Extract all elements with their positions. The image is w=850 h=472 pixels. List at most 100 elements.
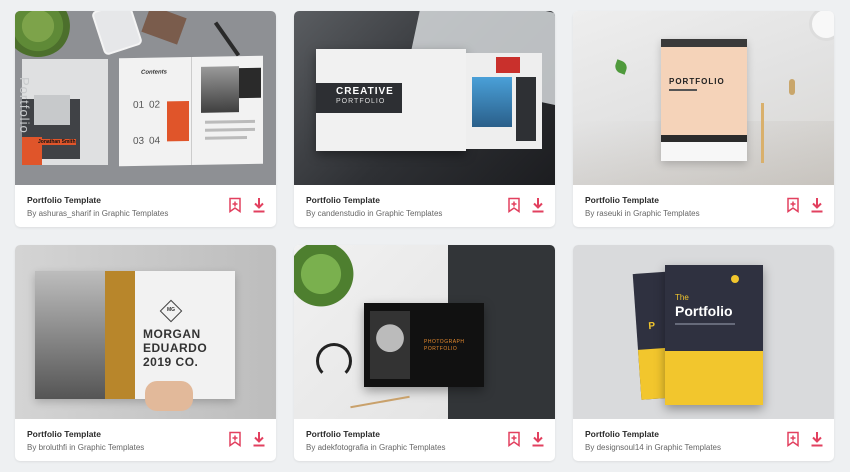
- card-byline: By candenstudio in Graphic Templates: [306, 208, 506, 219]
- in-label: in: [645, 443, 653, 452]
- brochure-cover: The Portfolio: [665, 265, 763, 405]
- page-number: 01: [133, 99, 145, 112]
- download-icon[interactable]: [531, 197, 545, 213]
- contents-heading: Contents: [141, 69, 167, 76]
- category-link[interactable]: Graphic Templates: [633, 209, 700, 218]
- card-thumbnail[interactable]: PHOTOGRAPH PORTFOLIO: [294, 245, 555, 419]
- pencil-photo: [761, 103, 764, 163]
- brochure-cover: Jonathan Smith Portfolio: [17, 59, 108, 165]
- card-title[interactable]: Portfolio Template: [306, 195, 506, 206]
- yellow-band: [665, 351, 763, 405]
- cup-photo: [809, 11, 834, 41]
- card-byline: By designsoul14 in Graphic Templates: [585, 442, 785, 453]
- template-card[interactable]: MG MORGAN EDUARDO 2019 CO. Portfolio Tem…: [15, 245, 276, 461]
- category-link[interactable]: Graphic Templates: [379, 443, 446, 452]
- in-label: in: [624, 209, 631, 218]
- cover-title: PORTFOLIO: [669, 77, 725, 86]
- by-label: By: [27, 209, 37, 218]
- card-title[interactable]: Portfolio Template: [27, 429, 227, 440]
- open-brochure: Contents 01 02 03 04: [119, 55, 263, 167]
- cover-spine-text: Portfolio: [17, 77, 32, 134]
- card-thumbnail[interactable]: PORTFOLIO: [573, 11, 834, 185]
- hand-photo: [145, 381, 193, 411]
- card-thumbnail[interactable]: CREATIVE PORTFOLIO: [294, 11, 555, 185]
- cover-line: 2019 CO.: [143, 355, 199, 369]
- brochure-cover: MG MORGAN EDUARDO 2019 CO.: [35, 271, 235, 399]
- cover-logo: [731, 275, 739, 283]
- cover-line: MORGAN: [143, 327, 201, 341]
- category-link[interactable]: Graphic Templates: [376, 209, 443, 218]
- card-title[interactable]: Portfolio Template: [306, 429, 506, 440]
- template-card[interactable]: PHOTOGRAPH PORTFOLIO Portfolio Template …: [294, 245, 555, 461]
- card-byline: By broluthfi in Graphic Templates: [27, 442, 227, 453]
- card-thumbnail[interactable]: P The Portfolio: [573, 245, 834, 419]
- card-byline: By ashuras_sharif in Graphic Templates: [27, 208, 227, 219]
- by-label: By: [306, 443, 316, 452]
- bookmark-add-icon[interactable]: [786, 197, 800, 213]
- brochure-cover: PHOTOGRAPH PORTFOLIO: [364, 303, 484, 387]
- by-label: By: [27, 443, 37, 452]
- card-thumbnail[interactable]: MG MORGAN EDUARDO 2019 CO.: [15, 245, 276, 419]
- template-card[interactable]: PORTFOLIO Portfolio Template By raseuki …: [573, 11, 834, 227]
- cover-title-line2: PORTFOLIO: [336, 98, 386, 105]
- bookmark-add-icon[interactable]: [507, 197, 521, 213]
- download-icon[interactable]: [531, 431, 545, 447]
- author-link[interactable]: candenstudio: [318, 209, 366, 218]
- template-card[interactable]: Jonathan Smith Portfolio Contents 01 02 …: [15, 11, 276, 227]
- author-link[interactable]: broluthfi: [39, 443, 67, 452]
- author-link[interactable]: ashuras_sharif: [39, 209, 91, 218]
- cover-line: EDUARDO: [143, 341, 208, 355]
- card-title[interactable]: Portfolio Template: [27, 195, 227, 206]
- inner-page: [466, 53, 542, 149]
- download-icon[interactable]: [810, 197, 824, 213]
- phone-photo: [90, 11, 144, 57]
- portrait-photo: [370, 311, 410, 379]
- notebook-photo: [141, 11, 187, 45]
- category-link[interactable]: Graphic Templates: [78, 443, 145, 452]
- in-label: in: [93, 209, 100, 218]
- by-label: By: [585, 209, 595, 218]
- author-link[interactable]: designsoul14: [597, 443, 644, 452]
- brochure-cover: CREATIVE PORTFOLIO: [316, 49, 466, 151]
- cover-line: PHOTOGRAPH: [424, 339, 465, 345]
- template-card[interactable]: CREATIVE PORTFOLIO Portfolio Template By…: [294, 11, 555, 227]
- by-label: By: [306, 209, 316, 218]
- in-label: in: [370, 443, 377, 452]
- cover-line: PORTFOLIO: [424, 346, 458, 352]
- page-number: 03: [133, 135, 145, 148]
- bookmark-add-icon[interactable]: [786, 431, 800, 447]
- by-label: By: [585, 443, 595, 452]
- plant-photo: [15, 11, 71, 57]
- author-link[interactable]: raseuki: [597, 209, 623, 218]
- bookmark-add-icon[interactable]: [228, 431, 242, 447]
- bookmark-add-icon[interactable]: [507, 431, 521, 447]
- card-byline: By adekfotografia in Graphic Templates: [306, 442, 506, 453]
- leaf-photo: [613, 59, 629, 75]
- cover-title-line1: CREATIVE: [336, 86, 394, 97]
- headphones-photo: [316, 343, 352, 379]
- template-card[interactable]: P The Portfolio Portfolio Template By de…: [573, 245, 834, 461]
- card-byline: By raseuki in Graphic Templates: [585, 208, 785, 219]
- card-title[interactable]: Portfolio Template: [585, 195, 785, 206]
- bookmark-add-icon[interactable]: [228, 197, 242, 213]
- portrait-photo: [35, 271, 105, 399]
- category-link[interactable]: Graphic Templates: [102, 209, 169, 218]
- pen-photo: [213, 21, 241, 57]
- category-link[interactable]: Graphic Templates: [654, 443, 721, 452]
- plant-photo: [294, 245, 356, 309]
- author-link[interactable]: adekfotografia: [318, 443, 369, 452]
- in-label: in: [367, 209, 374, 218]
- brochure-cover: PORTFOLIO: [661, 39, 747, 161]
- download-icon[interactable]: [252, 431, 266, 447]
- cover-name: Jonathan Smith: [38, 139, 76, 145]
- clip-photo: [789, 79, 795, 95]
- badge-text: MG: [166, 307, 176, 313]
- cover-the: The: [675, 293, 689, 302]
- card-title[interactable]: Portfolio Template: [585, 429, 785, 440]
- download-icon[interactable]: [252, 197, 266, 213]
- portrait-photo: [201, 66, 239, 113]
- page-number: 02: [149, 99, 161, 111]
- card-thumbnail[interactable]: Jonathan Smith Portfolio Contents 01 02 …: [15, 11, 276, 185]
- download-icon[interactable]: [810, 431, 824, 447]
- cover-title: Portfolio: [675, 303, 733, 319]
